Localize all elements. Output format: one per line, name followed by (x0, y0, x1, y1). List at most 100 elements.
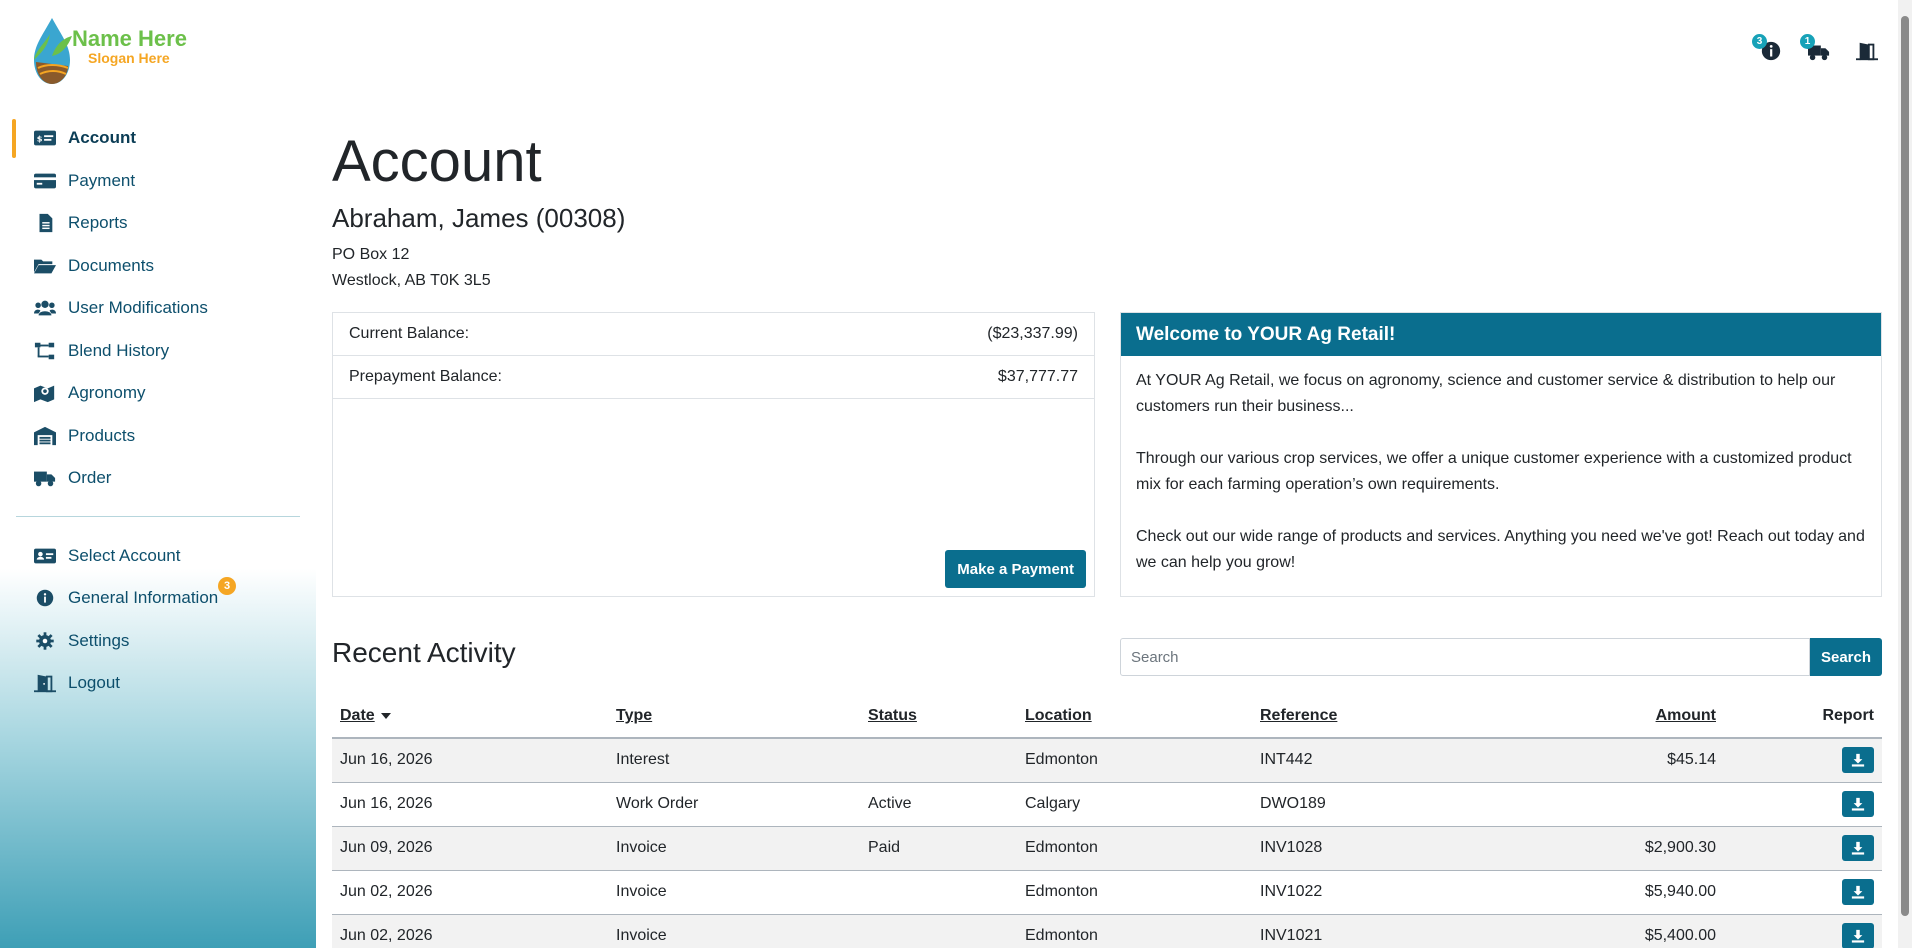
cell-status (860, 738, 1017, 783)
cell-report (1724, 870, 1882, 915)
cell-location: Calgary (1017, 782, 1252, 827)
door-open-icon (1856, 42, 1878, 61)
sidebar-divider (16, 515, 300, 517)
logout-header-button[interactable] (1848, 36, 1878, 62)
page-title: Account (332, 129, 542, 194)
balance-card: Current Balance: ($23,337.99) Prepayment… (332, 312, 1095, 597)
table-header-row: Date Type Status Location Reference Amou… (332, 695, 1882, 739)
download-report-button[interactable] (1842, 923, 1874, 948)
activity-search: Search (1120, 638, 1882, 676)
activity-table: Date Type Status Location Reference Amou… (332, 695, 1882, 948)
welcome-title: Welcome to YOUR Ag Retail! (1121, 313, 1881, 356)
download-icon (1851, 754, 1865, 767)
download-report-button[interactable] (1842, 835, 1874, 861)
current-balance-value: ($23,337.99) (987, 325, 1078, 342)
cell-type: Interest (608, 738, 860, 783)
header-actions: 3 1 (1752, 34, 1878, 62)
sidebar-item-label: Logout (68, 673, 120, 693)
sidebar-item-account[interactable]: $ Account (12, 117, 300, 160)
sidebar-item-label: Reports (68, 213, 128, 233)
download-icon (1851, 885, 1865, 899)
money-check-icon: $ (32, 128, 58, 148)
sidebar-item-label: Documents (68, 255, 154, 275)
cell-status (860, 914, 1017, 948)
download-icon (1851, 797, 1865, 811)
cell-status: Paid (860, 826, 1017, 871)
sidebar-item-select-account[interactable]: Select Account (16, 535, 300, 578)
sidebar-item-label: Blend History (68, 340, 170, 360)
sidebar-item-label: User Modifications (68, 298, 208, 318)
sidebar-item-label: Payment (68, 170, 136, 190)
notification-badge: 3 (218, 577, 236, 595)
sidebar-item-label: Order (68, 468, 112, 488)
column-header-location[interactable]: Location (1017, 695, 1252, 739)
scrollbar-thumb[interactable] (1901, 16, 1909, 916)
sidebar-item-products[interactable]: Products (16, 415, 300, 458)
welcome-body: At YOUR Ag Retail, we focus on agronomy,… (1121, 356, 1881, 588)
column-header-amount[interactable]: Amount (1457, 695, 1724, 739)
cell-reference: INV1021 (1252, 914, 1457, 948)
order-header-button[interactable]: 1 (1800, 34, 1830, 62)
column-header-status[interactable]: Status (860, 695, 1017, 739)
sidebar-item-documents[interactable]: Documents (16, 245, 300, 288)
table-row: Jun 02, 2026 Invoice Edmonton INV1021 $5… (332, 914, 1882, 948)
cell-status (860, 870, 1017, 915)
cell-date: Jun 16, 2026 (332, 738, 608, 783)
sidebar-item-agronomy[interactable]: Agronomy (16, 372, 300, 415)
gear-icon (32, 631, 58, 651)
welcome-paragraph: Through our various crop services, we of… (1136, 450, 1852, 493)
order-count-badge: 1 (1800, 34, 1815, 49)
activity-table-body: Jun 16, 2026 Interest Edmonton INT442 $4… (332, 738, 1882, 948)
welcome-card: Welcome to YOUR Ag Retail! At YOUR Ag Re… (1120, 312, 1882, 597)
cell-location: Edmonton (1017, 738, 1252, 783)
cell-reference: INT442 (1252, 738, 1457, 783)
cell-amount (1457, 782, 1724, 827)
cell-date: Jun 16, 2026 (332, 782, 608, 827)
logo-mark-icon (34, 18, 72, 84)
sidebar-item-order[interactable]: Order (16, 457, 300, 500)
download-report-button[interactable] (1842, 747, 1874, 774)
brand-logo[interactable]: Name Here Slogan Here (28, 16, 198, 88)
sidebar-item-label: Account (68, 128, 136, 148)
cell-reference: INV1022 (1252, 870, 1457, 915)
sidebar-item-payment[interactable]: Payment (16, 160, 300, 203)
truck-icon (32, 468, 58, 488)
sidebar-item-label: Agronomy (68, 383, 146, 403)
sidebar-item-blend-history[interactable]: Blend History (16, 330, 300, 373)
cell-type: Invoice (608, 870, 860, 915)
sidebar-item-label: General Information (68, 588, 219, 608)
recent-activity-title: Recent Activity (332, 637, 516, 668)
id-card-icon (32, 546, 58, 566)
cell-location: Edmonton (1017, 826, 1252, 871)
current-balance-row: Current Balance: ($23,337.99) (333, 313, 1094, 356)
column-header-reference[interactable]: Reference (1252, 695, 1457, 739)
table-row: Jun 16, 2026 Interest Edmonton INT442 $4… (332, 738, 1882, 783)
sidebar-item-logout[interactable]: Logout (16, 662, 300, 705)
prepayment-balance-value: $37,777.77 (997, 368, 1078, 385)
search-input[interactable] (1120, 638, 1810, 676)
page-scrollbar[interactable] (1898, 0, 1912, 948)
column-header-type[interactable]: Type (608, 695, 860, 739)
info-circle-icon (32, 588, 58, 608)
cell-report (1724, 782, 1882, 827)
sidebar-item-user-modifications[interactable]: User Modifications (16, 287, 300, 330)
cell-type: Invoice (608, 826, 860, 871)
address-line-1: PO Box 12 (332, 246, 410, 263)
download-report-button[interactable] (1842, 791, 1874, 817)
sidebar-item-settings[interactable]: Settings (16, 620, 300, 663)
make-payment-button[interactable]: Make a Payment (945, 550, 1086, 588)
cell-date: Jun 02, 2026 (332, 870, 608, 915)
column-header-date[interactable]: Date (332, 695, 608, 739)
svg-text:$: $ (37, 134, 43, 144)
credit-card-icon (32, 171, 58, 191)
cell-amount: $2,900.30 (1457, 826, 1724, 871)
sidebar-item-reports[interactable]: Reports (16, 202, 300, 245)
cell-reference: INV1028 (1252, 826, 1457, 871)
download-report-button[interactable] (1842, 879, 1874, 905)
folder-open-icon (32, 256, 58, 276)
general-info-header-button[interactable]: 3 (1752, 34, 1782, 62)
search-button[interactable]: Search (1810, 638, 1882, 676)
cell-amount: $5,400.00 (1457, 914, 1724, 948)
sidebar-item-general-information[interactable]: General Information 3 (16, 577, 300, 620)
sitemap-icon (32, 341, 58, 361)
